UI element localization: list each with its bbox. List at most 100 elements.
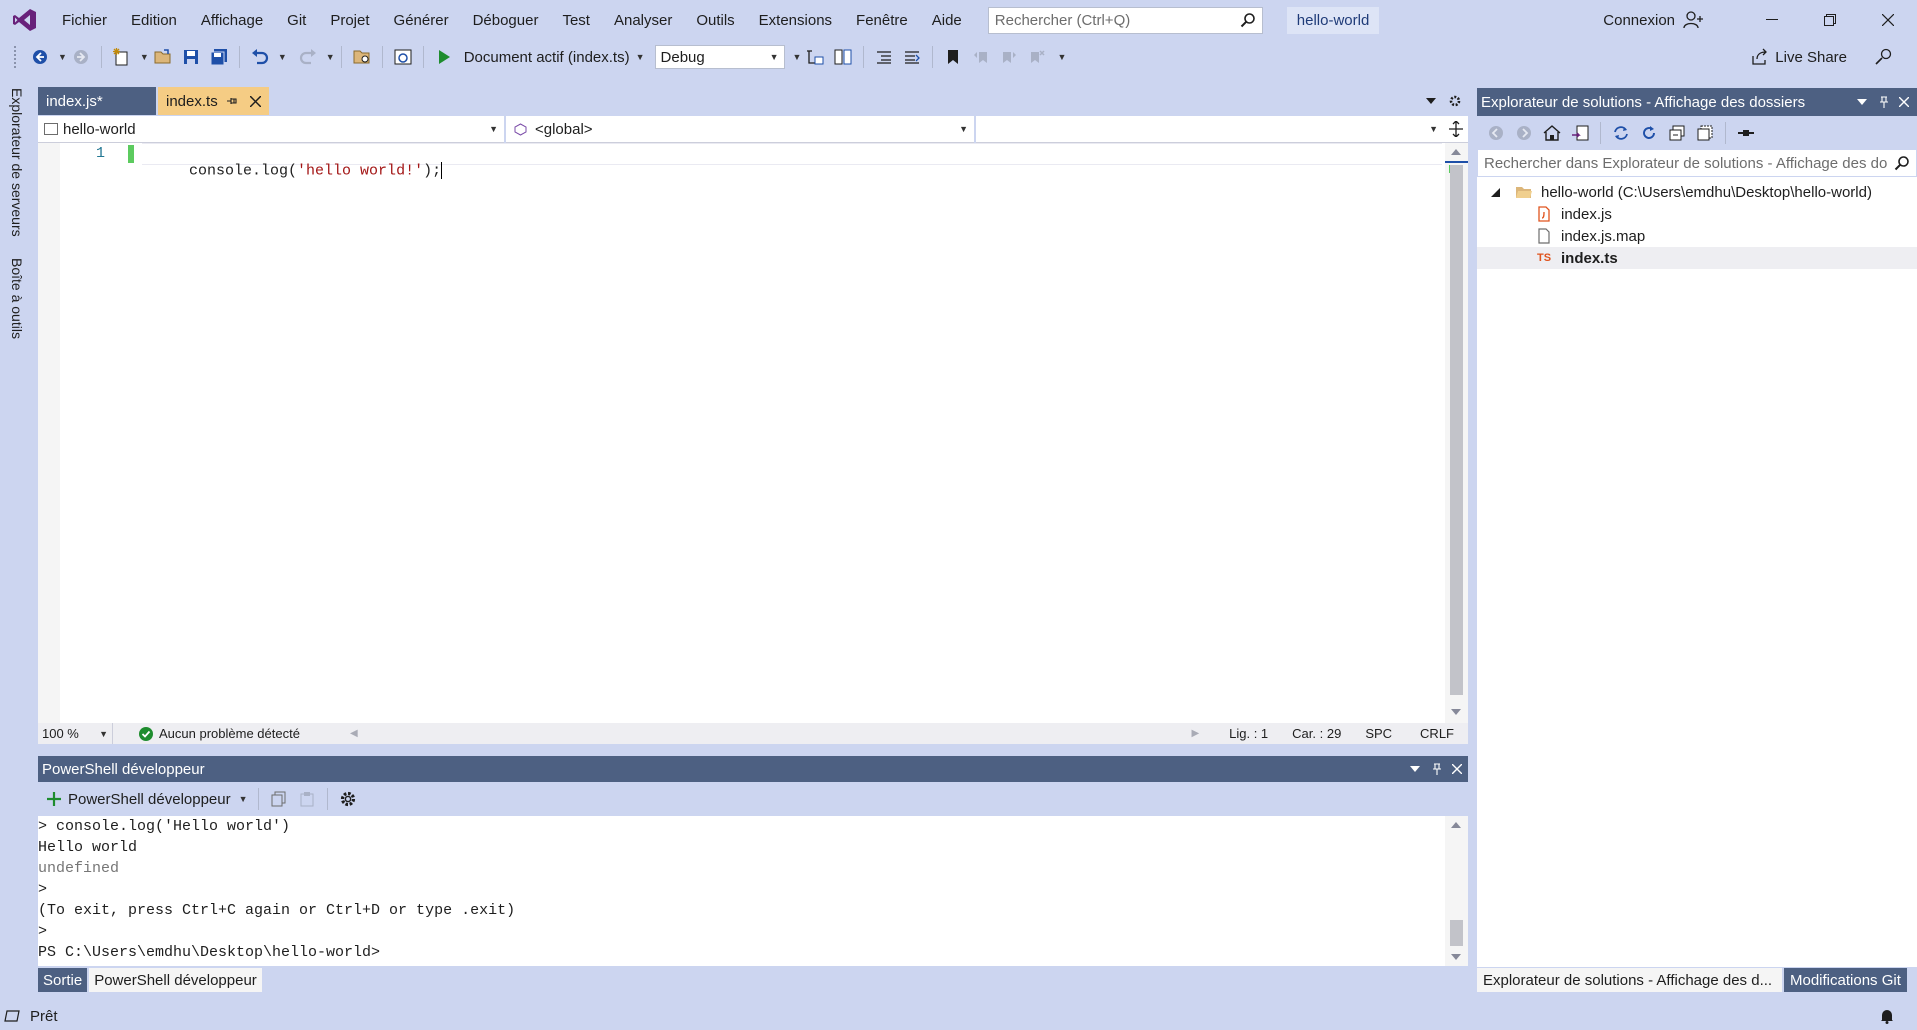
- collapse-all-icon[interactable]: [1664, 120, 1690, 146]
- minimize-button[interactable]: [1743, 0, 1801, 40]
- copy-icon[interactable]: [266, 786, 292, 812]
- scroll-up-icon[interactable]: [1451, 149, 1461, 155]
- close-panel-icon[interactable]: [1899, 97, 1909, 107]
- menu-item[interactable]: Déboguer: [461, 0, 551, 40]
- code-line[interactable]: console.log('hello world!');: [153, 145, 443, 196]
- terminal-vertical-scrollbar[interactable]: [1445, 816, 1468, 966]
- split-editor-icon[interactable]: [1444, 121, 1468, 137]
- scroll-down-icon[interactable]: [1451, 709, 1461, 715]
- global-search-box[interactable]: Rechercher (Ctrl+Q): [987, 6, 1263, 34]
- sync-icon[interactable]: [1608, 120, 1634, 146]
- bookmark-icon[interactable]: [940, 44, 966, 70]
- toolbar-customize-icon[interactable]: ▼: [1057, 52, 1066, 62]
- step-into-icon[interactable]: [830, 44, 856, 70]
- start-target-dropdown-icon[interactable]: ▼: [636, 52, 645, 62]
- pin-panel-icon[interactable]: [1432, 763, 1442, 775]
- toolbar-grip-icon[interactable]: [14, 46, 18, 68]
- tab-index-js[interactable]: index.js*: [38, 87, 156, 115]
- column-indicator[interactable]: Car. : 29: [1292, 726, 1341, 741]
- next-bookmark-icon[interactable]: [996, 44, 1022, 70]
- terminal-settings-gear-icon[interactable]: [335, 786, 361, 812]
- menu-item[interactable]: Test: [550, 0, 602, 40]
- hscroll-right-icon[interactable]: ▶: [1191, 728, 1199, 739]
- tab-index-ts[interactable]: index.ts: [158, 87, 269, 115]
- signin-link[interactable]: Connexion: [1603, 12, 1675, 29]
- visual-studio-logo-icon[interactable]: [0, 0, 50, 40]
- solution-configuration-select[interactable]: Debug ▼: [654, 45, 785, 69]
- previous-bookmark-icon[interactable]: [968, 44, 994, 70]
- forward-icon[interactable]: [1511, 120, 1537, 146]
- new-project-dropdown-icon[interactable]: ▼: [140, 52, 149, 62]
- code-editor[interactable]: 1 console.log('hello world!');: [38, 143, 1445, 723]
- pin-tab-icon[interactable]: [226, 96, 238, 106]
- new-terminal-button[interactable]: PowerShell développeur: [68, 791, 231, 808]
- navigate-back-icon[interactable]: [27, 44, 53, 70]
- member-dropdown[interactable]: ▼: [976, 116, 1444, 143]
- toolbox-tab[interactable]: Boîte à outils: [9, 258, 25, 339]
- scroll-thumb[interactable]: [1450, 165, 1463, 695]
- menu-item[interactable]: Projet: [318, 0, 381, 40]
- tab-list-dropdown-icon[interactable]: [1426, 97, 1436, 105]
- new-project-icon[interactable]: [109, 44, 135, 70]
- live-share-icon[interactable]: [1751, 48, 1769, 66]
- close-window-button[interactable]: [1859, 0, 1917, 40]
- tree-file-item[interactable]: index.js: [1477, 203, 1917, 225]
- toolbar-overflow-icon[interactable]: ▼: [793, 52, 802, 62]
- uncomment-lines-icon[interactable]: [899, 44, 925, 70]
- open-folder-icon[interactable]: [150, 44, 176, 70]
- indent-indicator[interactable]: SPC: [1365, 726, 1392, 741]
- paste-icon[interactable]: [294, 786, 320, 812]
- solution-search-input[interactable]: Rechercher dans Explorateur de solutions…: [1484, 155, 1889, 172]
- properties-icon[interactable]: [1733, 120, 1759, 146]
- menu-item[interactable]: Git: [275, 0, 318, 40]
- home-icon[interactable]: [1539, 120, 1565, 146]
- tab-developer-powershell[interactable]: PowerShell développeur: [89, 968, 262, 992]
- panel-options-dropdown-icon[interactable]: [1857, 98, 1867, 106]
- browser-link-icon[interactable]: [390, 44, 416, 70]
- tab-solution-explorer[interactable]: Explorateur de solutions - Affichage des…: [1477, 968, 1782, 992]
- tree-root-folder[interactable]: hello-world (C:\Users\emdhu\Desktop\hell…: [1477, 181, 1917, 203]
- line-indicator[interactable]: Lig. : 1: [1229, 726, 1268, 741]
- navigate-forward-icon[interactable]: [68, 44, 94, 70]
- menu-item[interactable]: Fenêtre: [844, 0, 920, 40]
- solution-explorer-search[interactable]: Rechercher dans Explorateur de solutions…: [1477, 149, 1917, 177]
- tab-git-changes[interactable]: Modifications Git: [1784, 968, 1907, 992]
- scroll-thumb[interactable]: [1450, 920, 1463, 946]
- redo-icon[interactable]: [295, 44, 321, 70]
- start-debugging-button[interactable]: Document actif (index.ts): [464, 49, 630, 66]
- menu-item[interactable]: Edition: [119, 0, 189, 40]
- hscroll-left-icon[interactable]: ◀: [350, 728, 358, 739]
- search-icon[interactable]: [1894, 155, 1910, 171]
- menu-item[interactable]: Générer: [382, 0, 461, 40]
- scroll-down-icon[interactable]: [1451, 954, 1461, 960]
- zoom-select[interactable]: 100 % ▼: [38, 723, 113, 744]
- live-share-button[interactable]: Live Share: [1775, 49, 1847, 66]
- clear-bookmarks-icon[interactable]: [1024, 44, 1050, 70]
- problems-status[interactable]: Aucun problème détecté: [159, 726, 300, 741]
- start-debugging-icon[interactable]: [431, 44, 457, 70]
- close-tab-icon[interactable]: [250, 95, 261, 107]
- navigate-back-dropdown-icon[interactable]: ▼: [58, 52, 67, 62]
- menu-item[interactable]: Extensions: [747, 0, 844, 40]
- show-all-files-icon[interactable]: [1692, 120, 1718, 146]
- editor-vertical-scrollbar[interactable]: [1445, 143, 1468, 723]
- close-panel-icon[interactable]: [1452, 764, 1462, 774]
- feedback-icon[interactable]: [1875, 48, 1893, 66]
- redo-dropdown-icon[interactable]: ▼: [326, 52, 335, 62]
- menu-item[interactable]: Outils: [684, 0, 746, 40]
- terminal-profile-dropdown-icon[interactable]: ▼: [239, 794, 248, 804]
- menu-item[interactable]: Aide: [920, 0, 974, 40]
- add-terminal-icon[interactable]: [46, 791, 62, 807]
- scope-dropdown[interactable]: <global> ▼: [506, 115, 976, 143]
- restore-button[interactable]: [1801, 0, 1859, 40]
- menu-item[interactable]: Fichier: [50, 0, 119, 40]
- project-dropdown[interactable]: hello-world ▼: [38, 115, 506, 143]
- find-in-files-icon[interactable]: [349, 44, 375, 70]
- undo-icon[interactable]: [247, 44, 273, 70]
- pin-panel-icon[interactable]: [1879, 96, 1889, 108]
- save-icon[interactable]: [178, 44, 204, 70]
- tree-file-item[interactable]: TS index.ts: [1477, 247, 1917, 269]
- comment-lines-icon[interactable]: [871, 44, 897, 70]
- tree-file-item[interactable]: index.js.map: [1477, 225, 1917, 247]
- notifications-bell-icon[interactable]: [1879, 1008, 1895, 1024]
